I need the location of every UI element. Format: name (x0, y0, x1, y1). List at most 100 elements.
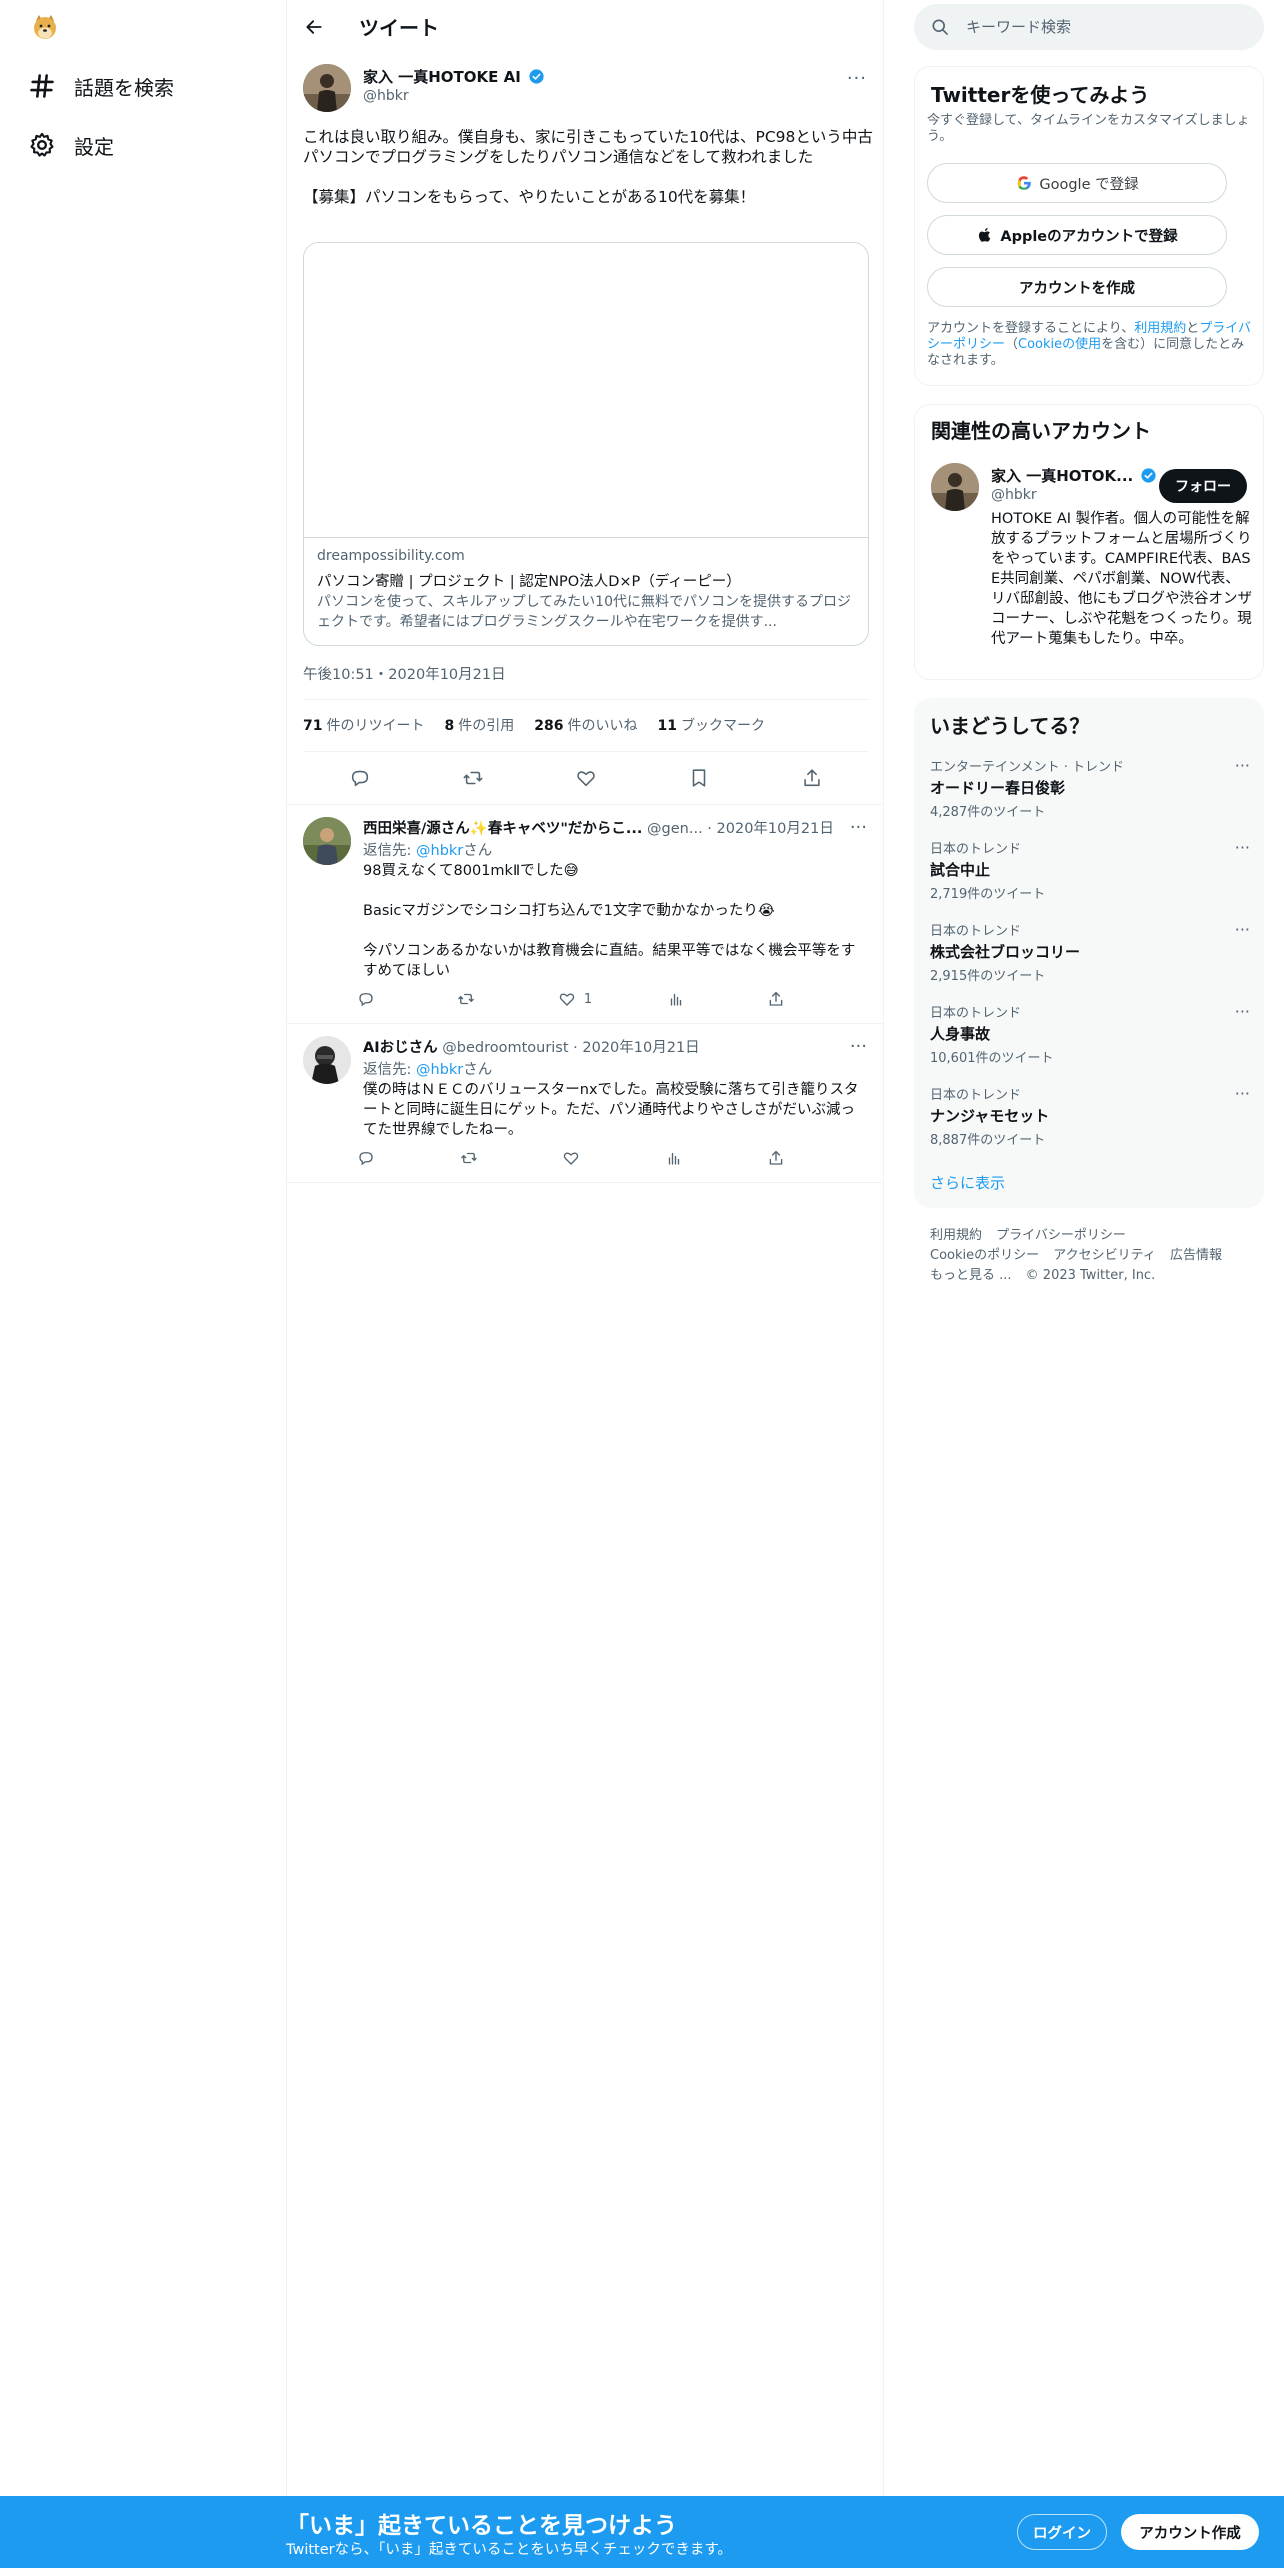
share-button[interactable] (795, 761, 829, 795)
likes-stat[interactable]: 286 件のいいね (534, 715, 637, 735)
footer-cookie-link[interactable]: Cookieのポリシー (930, 1248, 1039, 1263)
reply-button[interactable] (343, 761, 377, 795)
footer-accessibility-link[interactable]: アクセシビリティ (1053, 1248, 1156, 1263)
quotes-stat[interactable]: 8 件の引用 (444, 715, 514, 735)
verified-badge-icon (1141, 468, 1157, 483)
trend-count: 2,719件のツイート (930, 887, 1046, 902)
trend-item[interactable]: エンターテインメント · トレンド オードリー春日俊彰 4,287件のツイート … (930, 756, 1250, 820)
trend-category: 日本のトレンド (930, 842, 1022, 857)
views-button[interactable] (661, 1142, 691, 1174)
signup-panel: Twitterを使ってみよう 今すぐ登録して、タイムラインをカスタマイズしましょ… (914, 66, 1264, 386)
reply-tweet[interactable]: AIおじさん @bedroomtourist · 2020年10月21日 ···… (287, 1024, 883, 1183)
share-button[interactable] (763, 1142, 793, 1174)
reply-meta[interactable]: @bedroomtourist · 2020年10月21日 (442, 1040, 699, 1056)
share-icon (804, 769, 820, 787)
trend-item[interactable]: 日本のトレンド 人身事故 10,601件のツイート ··· (930, 1002, 1250, 1066)
author-avatar[interactable] (303, 64, 351, 112)
bookmark-button[interactable] (682, 761, 716, 795)
more-options-icon[interactable]: ··· (850, 817, 867, 838)
reply-meta[interactable]: @gen... · 2020年10月21日 (647, 821, 833, 837)
views-button[interactable] (663, 983, 693, 1015)
footer-privacy-link[interactable]: プライバシーポリシー (996, 1228, 1126, 1243)
more-options-icon[interactable]: ··· (1235, 838, 1250, 857)
create-account-button[interactable]: アカウントを作成 (927, 267, 1227, 307)
retweet-icon (463, 771, 483, 785)
like-button[interactable]: 1 (554, 983, 592, 1015)
reply-text: 98買えなくて8001mkⅡでした😅 Basicマガジンでシコシコ打ち込んで1文… (363, 863, 856, 979)
logo-icon[interactable] (30, 12, 60, 42)
reply-author-name[interactable]: 西田栄喜/源さん✨春キャベツ"だからこ... (363, 821, 642, 837)
google-icon (1018, 176, 1032, 190)
show-more-link[interactable]: さらに表示 (930, 1172, 1005, 1193)
share-button[interactable] (763, 983, 793, 1015)
bookmark-icon (692, 769, 706, 787)
reply-actions: 1 (353, 983, 793, 1015)
more-options-icon[interactable]: ··· (847, 68, 867, 89)
trend-count: 4,287件のツイート (930, 805, 1046, 820)
trend-name: 株式会社ブロッコリー (930, 943, 1081, 961)
terms-link[interactable]: 利用規約 (1134, 321, 1186, 336)
trend-name: オードリー春日俊彰 (930, 779, 1066, 797)
trend-count: 10,601件のツイート (930, 1051, 1054, 1066)
trend-item[interactable]: 日本のトレンド 株式会社ブロッコリー 2,915件のツイート ··· (930, 920, 1250, 984)
author-handle[interactable]: @hbkr (363, 88, 409, 104)
reply-author-name[interactable]: AIおじさん (363, 1040, 438, 1056)
link-card[interactable]: dreampossibility.com パソコン寄贈 | プロジェクト | 認… (303, 242, 869, 646)
reply-button[interactable] (353, 983, 383, 1015)
retweet-icon (458, 993, 475, 1005)
apple-signup-button[interactable]: Appleのアカウントで登録 (927, 215, 1227, 255)
footer-more-link[interactable]: もっと見る ... (930, 1268, 1012, 1283)
reply-icon (359, 993, 373, 1007)
reply-to: 返信先: @hbkrさん (363, 1062, 493, 1078)
card-domain: dreampossibility.com (317, 548, 465, 564)
mention-link[interactable]: @hbkr (416, 843, 463, 859)
cookie-link[interactable]: Cookieの使用 (1018, 337, 1101, 352)
verified-badge-icon (529, 69, 544, 84)
bookmarks-stat[interactable]: 11 ブックマーク (657, 715, 764, 735)
more-options-icon[interactable]: ··· (1235, 756, 1250, 775)
retweet-icon (460, 1152, 477, 1164)
related-handle[interactable]: @hbkr (991, 487, 1037, 503)
analytics-icon (670, 993, 681, 1006)
reply-tweet[interactable]: 西田栄喜/源さん✨春キャベツ"だからこ... @gen... · 2020年10… (287, 805, 883, 1024)
retweet-button[interactable] (456, 761, 490, 795)
nav-explore[interactable]: 話題を検索 (28, 58, 174, 114)
more-options-icon[interactable]: ··· (1235, 920, 1250, 939)
like-button[interactable] (569, 761, 603, 795)
footer-ads-link[interactable]: 広告情報 (1170, 1248, 1222, 1263)
reply-button[interactable] (353, 1142, 383, 1174)
reply-avatar[interactable] (303, 1036, 351, 1084)
more-options-icon[interactable]: ··· (850, 1036, 867, 1057)
main-header: ツイート (287, 0, 883, 54)
footer-terms-link[interactable]: 利用規約 (930, 1228, 982, 1243)
related-accounts-panel: 関連性の高いアカウント 家入 一真HOTOK... @hbkr フォロー HOT… (914, 404, 1264, 680)
related-avatar[interactable] (931, 463, 979, 511)
follow-button[interactable]: フォロー (1159, 469, 1247, 503)
mention-link[interactable]: @hbkr (416, 1062, 463, 1078)
google-signup-button[interactable]: Google で登録 (927, 163, 1227, 203)
login-button[interactable]: ログイン (1017, 2514, 1107, 2550)
search-input[interactable] (966, 18, 1246, 36)
author-name[interactable]: 家入 一真HOTOKE AI (363, 66, 545, 87)
retweets-stat[interactable]: 71 件のリツイート (303, 715, 424, 735)
trend-item[interactable]: 日本のトレンド 試合中止 2,719件のツイート ··· (930, 838, 1250, 902)
reply-avatar[interactable] (303, 817, 351, 865)
card-description: パソコンを使って、スキルアップしてみたい10代に無料でパソコンを提供するプロジェ… (317, 594, 851, 630)
related-name[interactable]: 家入 一真HOTOK... (991, 465, 1157, 486)
create-account-label: アカウントを作成 (1019, 280, 1135, 297)
search-bar[interactable] (914, 4, 1264, 50)
gear-icon (30, 132, 54, 157)
trend-item[interactable]: 日本のトレンド ナンジャモセット 8,887件のツイート ··· (930, 1084, 1250, 1148)
retweet-button[interactable] (456, 1142, 486, 1174)
back-button[interactable] (299, 12, 329, 42)
retweet-button[interactable] (453, 983, 483, 1015)
more-options-icon[interactable]: ··· (1235, 1002, 1250, 1021)
left-nav: 話題を検索 設定 (0, 0, 286, 2568)
like-button[interactable] (558, 1142, 588, 1174)
nav-settings[interactable]: 設定 (28, 117, 114, 173)
tweet-timestamp[interactable]: 午後10:51・2020年10月21日 (303, 663, 506, 684)
nav-explore-label: 話題を検索 (74, 75, 174, 100)
signup-button[interactable]: アカウント作成 (1121, 2514, 1259, 2550)
more-options-icon[interactable]: ··· (1235, 1084, 1250, 1103)
related-bio: HOTOKE AI 製作者。個人の可能性を解放するプラットフォームと居場所づくり… (991, 511, 1252, 647)
